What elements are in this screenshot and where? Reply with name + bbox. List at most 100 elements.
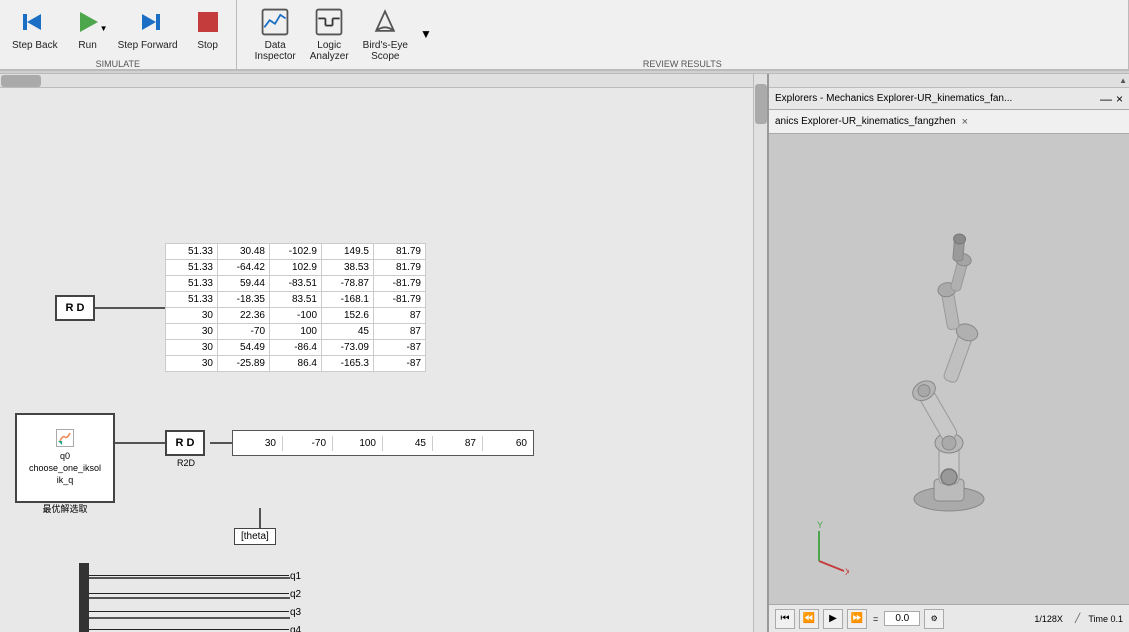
matrix-cell-3-3: -168.1: [322, 292, 374, 308]
close-icon[interactable]: ×: [1116, 92, 1123, 106]
matrix-cell-6-2: -86.4: [270, 340, 322, 356]
matrix-cell-6-3: -73.09: [322, 340, 374, 356]
run-button[interactable]: Run ▼: [66, 4, 110, 53]
output-cell-4: 87: [433, 436, 483, 451]
matrix-row-2: 51.3359.44-83.51-78.87-81.79: [166, 276, 426, 292]
minimize-icon[interactable]: —: [1100, 92, 1112, 106]
wire-q4: [89, 629, 289, 630]
matrix-cell-1-4: 81.79: [374, 260, 426, 276]
matrix-cell-1-3: 38.53: [322, 260, 374, 276]
more-button[interactable]: ▼: [420, 27, 432, 41]
time-value-display: 0.0: [884, 611, 920, 626]
logic-analyzer-button[interactable]: LogicAnalyzer: [304, 4, 355, 64]
subsystem-block[interactable]: q0 choose_one_iksol ik_q 最优解选取: [15, 413, 115, 503]
robot-viewport[interactable]: X Y: [769, 134, 1129, 604]
right-panel: ▲ Explorers - Mechanics Explorer-UR_kine…: [769, 74, 1129, 632]
step-back-play-button[interactable]: ⏪: [799, 609, 819, 629]
matrix-cell-5-1: -70: [218, 324, 270, 340]
output-cell-0: 30: [233, 436, 283, 451]
matrix-cell-0-0: 51.33: [166, 244, 218, 260]
matrix-cell-5-0: 30: [166, 324, 218, 340]
output-label-q3: q3: [290, 607, 301, 618]
wire-q1: [89, 575, 289, 576]
matrix-cell-0-3: 149.5: [322, 244, 374, 260]
matrix-cell-2-1: 59.44: [218, 276, 270, 292]
mux-block: [79, 563, 89, 632]
matrix-cell-4-0: 30: [166, 308, 218, 324]
subsystem-bottom-label: 最优解选取: [42, 502, 87, 515]
matrix-cell-4-3: 152.6: [322, 308, 374, 324]
matrix-cell-7-4: -87: [374, 356, 426, 372]
svg-text:Y: Y: [817, 521, 823, 530]
output-cell-3: 45: [383, 436, 433, 451]
output-label-q1: q1: [290, 571, 301, 582]
top-scrollbar[interactable]: ▲: [769, 74, 1129, 88]
simulink-canvas[interactable]: 51.3330.48-102.9149.581.7951.33-64.42102…: [0, 74, 769, 632]
explorer-tab[interactable]: anics Explorer-UR_kinematics_fangzhen ×: [769, 110, 1129, 134]
step-back-button[interactable]: Step Back: [6, 4, 64, 53]
stop-label: Stop: [197, 40, 218, 51]
matrix-cell-6-0: 30: [166, 340, 218, 356]
matrix-cell-0-1: 30.48: [218, 244, 270, 260]
rd-block-2[interactable]: R D: [165, 430, 205, 456]
matrix-row-7: 30-25.8986.4-165.3-87: [166, 356, 426, 372]
output-row-block: 30-70100458760: [232, 430, 534, 456]
matrix-cell-3-1: -18.35: [218, 292, 270, 308]
matrix-cell-2-0: 51.33: [166, 276, 218, 292]
tab-label: anics Explorer-UR_kinematics_fangzhen: [775, 116, 956, 127]
axis-indicator: X Y: [789, 521, 849, 584]
wire-q2: [89, 593, 289, 594]
right-panel-header: Explorers - Mechanics Explorer-UR_kinema…: [769, 88, 1129, 110]
matrix-row-4: 3022.36-100152.687: [166, 308, 426, 324]
matrix-cell-2-3: -78.87: [322, 276, 374, 292]
matrix-cell-1-0: 51.33: [166, 260, 218, 276]
step-forward-button[interactable]: Step Forward: [112, 4, 184, 53]
settings-play-button[interactable]: ⚙: [924, 609, 944, 629]
matrix-row-3: 51.33-18.3583.51-168.1-81.79: [166, 292, 426, 308]
matrix-cell-4-2: -100: [270, 308, 322, 324]
matrix-cell-2-2: -83.51: [270, 276, 322, 292]
review-title: REVIEW RESULTS: [237, 59, 1128, 69]
output-label-q4: q4: [290, 625, 301, 632]
birds-eye-button[interactable]: Bird's-EyeScope: [357, 4, 414, 64]
toolbar: Step Back Run ▼ Step Forward: [0, 0, 1129, 70]
review-section: DataInspector LogicAnalyzer: [237, 0, 1129, 69]
matrix-cell-3-4: -81.79: [374, 292, 426, 308]
wire-q3: [89, 611, 289, 612]
rewind-button[interactable]: ⏮: [775, 609, 795, 629]
stop-button[interactable]: Stop: [186, 4, 230, 53]
theta-label: [theta]: [234, 528, 276, 545]
step-forward-label: Step Forward: [118, 40, 178, 51]
rd-block-1[interactable]: R D: [55, 295, 95, 321]
matrix-cell-1-1: -64.42: [218, 260, 270, 276]
matrix-cell-6-4: -87: [374, 340, 426, 356]
matrix-row-1: 51.33-64.42102.938.5381.79: [166, 260, 426, 276]
matrix-cell-6-1: 54.49: [218, 340, 270, 356]
matrix-cell-5-4: 87: [374, 324, 426, 340]
svg-text:X: X: [845, 567, 849, 577]
main-area: 51.3330.48-102.9149.581.7951.33-64.42102…: [0, 74, 1129, 632]
matrix-cell-7-3: -165.3: [322, 356, 374, 372]
matrix-display: 51.3330.48-102.9149.581.7951.33-64.42102…: [165, 243, 426, 372]
vertical-scrollbar[interactable]: [753, 74, 767, 632]
matrix-cell-3-2: 83.51: [270, 292, 322, 308]
output-cell-2: 100: [333, 436, 383, 451]
matrix-row-5: 30-701004587: [166, 324, 426, 340]
step-forward-play-button[interactable]: ⏩: [847, 609, 867, 629]
data-inspector-button[interactable]: DataInspector: [249, 4, 302, 64]
matrix-cell-4-1: 22.36: [218, 308, 270, 324]
simulate-section: Step Back Run ▼ Step Forward: [0, 0, 237, 69]
matrix-row-6: 3054.49-86.4-73.09-87: [166, 340, 426, 356]
play-pause-button[interactable]: ▶: [823, 609, 843, 629]
output-label-q2: q2: [290, 589, 301, 600]
matrix-row-0: 51.3330.48-102.9149.581.79: [166, 244, 426, 260]
tab-close-button[interactable]: ×: [962, 116, 968, 128]
matrix-cell-3-0: 51.33: [166, 292, 218, 308]
matrix-cell-2-4: -81.79: [374, 276, 426, 292]
matrix-cell-5-2: 100: [270, 324, 322, 340]
matrix-cell-0-2: -102.9: [270, 244, 322, 260]
run-label: Run: [78, 40, 96, 51]
subsystem-label: q0 choose_one_iksol ik_q: [29, 451, 101, 486]
matrix-cell-7-1: -25.89: [218, 356, 270, 372]
speed-display: 1/128X: [1034, 614, 1063, 624]
